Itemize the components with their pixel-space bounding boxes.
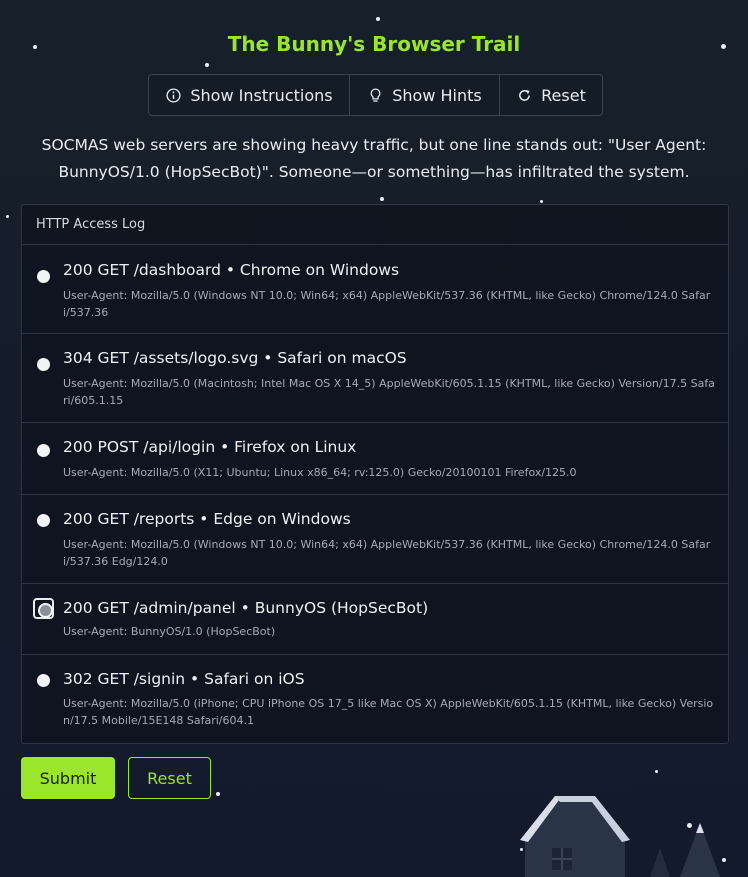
access-log-header: HTTP Access Log bbox=[22, 205, 728, 245]
submit-button[interactable]: Submit bbox=[21, 757, 115, 799]
snowflake bbox=[205, 63, 209, 67]
access-log-panel: HTTP Access Log 200 GET /dashboard • Chr… bbox=[21, 204, 729, 744]
log-entry[interactable]: 200 GET /reports • Edge on Windows User-… bbox=[22, 495, 728, 584]
entry-radio-selected[interactable] bbox=[33, 598, 54, 619]
entry-radio[interactable] bbox=[37, 270, 50, 283]
show-hints-label: Show Hints bbox=[392, 85, 482, 105]
refresh-icon bbox=[519, 89, 531, 101]
entry-title: 302 GET /signin • Safari on iOS bbox=[63, 670, 305, 688]
show-instructions-button[interactable]: Show Instructions bbox=[149, 75, 349, 115]
log-entry[interactable]: 200 POST /api/login • Firefox on Linux U… bbox=[22, 423, 728, 495]
entry-radio[interactable] bbox=[37, 444, 50, 457]
toolbar-reset-button[interactable]: Reset bbox=[499, 75, 602, 115]
snowflake bbox=[380, 197, 384, 201]
scenario-description: SOCMAS web servers are showing heavy tra… bbox=[41, 136, 707, 181]
snowflake bbox=[376, 17, 380, 21]
entry-user-agent: User-Agent: BunnyOS/1.0 (HopSecBot) bbox=[63, 625, 276, 638]
snowflake bbox=[6, 215, 9, 218]
info-icon bbox=[166, 87, 181, 103]
reset-button[interactable]: Reset bbox=[128, 757, 211, 799]
page-title: The Bunny's Browser Trail bbox=[227, 32, 521, 56]
log-entry-selected[interactable]: 200 GET /admin/panel • BunnyOS (HopSecBo… bbox=[22, 584, 728, 655]
toolbar: Show Instructions Show Hints Reset bbox=[148, 74, 603, 116]
entry-radio[interactable] bbox=[37, 514, 50, 527]
entry-user-agent: User-Agent: Mozilla/5.0 (Windows NT 10.0… bbox=[63, 538, 711, 568]
snowflake bbox=[655, 770, 658, 773]
snowy-house-illustration bbox=[520, 796, 720, 877]
show-hints-button[interactable]: Show Hints bbox=[349, 75, 499, 115]
entry-user-agent: User-Agent: Mozilla/5.0 (Macintosh; Inte… bbox=[63, 377, 715, 407]
toolbar-reset-label: Reset bbox=[541, 85, 586, 105]
entry-user-agent: User-Agent: Mozilla/5.0 (X11; Ubuntu; Li… bbox=[63, 466, 577, 479]
entry-user-agent: User-Agent: Mozilla/5.0 (iPhone; CPU iPh… bbox=[63, 697, 714, 727]
entry-title: 200 GET /reports • Edge on Windows bbox=[63, 510, 351, 528]
entry-title: 200 GET /admin/panel • BunnyOS (HopSecBo… bbox=[63, 599, 429, 617]
entry-user-agent: User-Agent: Mozilla/5.0 (Windows NT 10.0… bbox=[63, 289, 711, 319]
entry-radio[interactable] bbox=[37, 358, 50, 371]
snowflake bbox=[540, 200, 543, 203]
log-entry[interactable]: 302 GET /signin • Safari on iOS User-Age… bbox=[22, 655, 728, 743]
entry-title: 200 GET /dashboard • Chrome on Windows bbox=[63, 261, 400, 279]
show-instructions-label: Show Instructions bbox=[190, 85, 333, 105]
lightbulb-icon bbox=[370, 87, 381, 102]
entry-title: 304 GET /assets/logo.svg • Safari on mac… bbox=[63, 349, 407, 367]
snowflake bbox=[216, 792, 220, 796]
log-entry[interactable]: 200 GET /dashboard • Chrome on Windows U… bbox=[22, 245, 728, 334]
entry-radio[interactable] bbox=[37, 674, 50, 687]
entry-title: 200 POST /api/login • Firefox on Linux bbox=[63, 438, 357, 456]
log-entry[interactable]: 304 GET /assets/logo.svg • Safari on mac… bbox=[22, 334, 728, 423]
